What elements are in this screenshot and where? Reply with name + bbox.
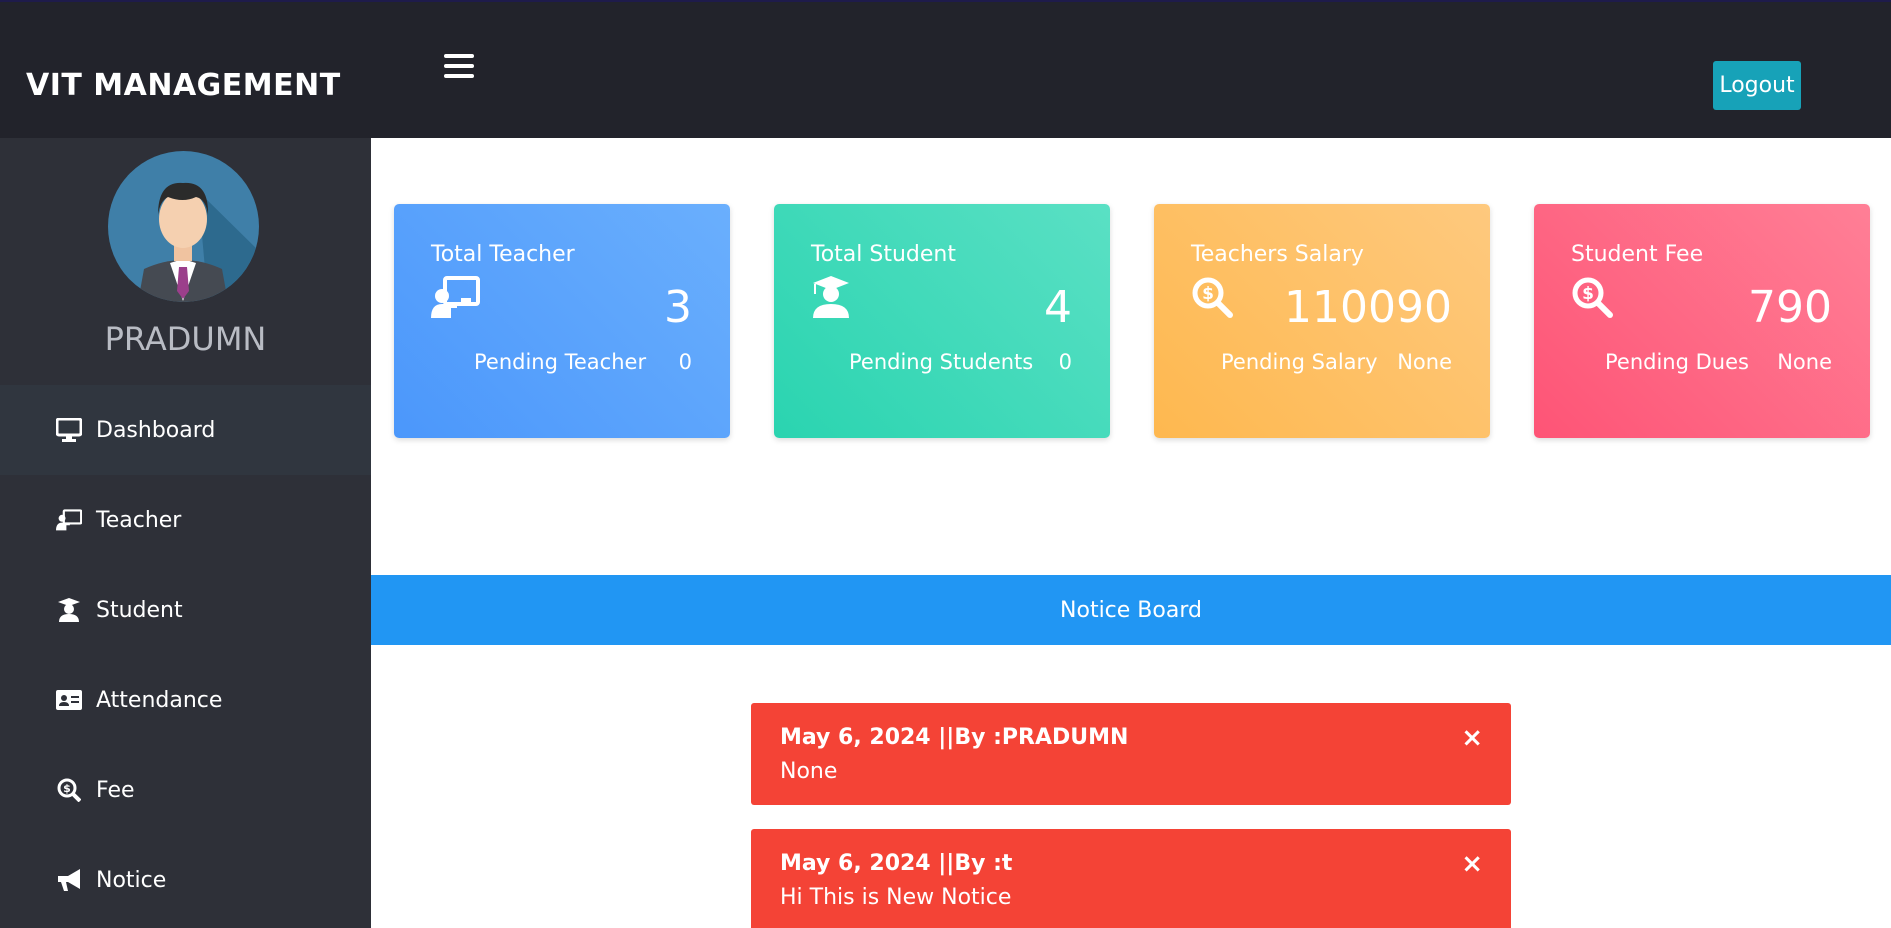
user-graduate-icon	[56, 597, 82, 623]
card-title: Student Fee	[1571, 242, 1704, 267]
sidebar: PRADUMN Dashboard Teacher Student Attend…	[0, 138, 371, 928]
sidebar-item-dashboard[interactable]: Dashboard	[0, 385, 371, 475]
sidebar-item-fee[interactable]: $ Fee	[0, 745, 371, 835]
card-pending-label: Pending Students	[849, 350, 1034, 374]
search-dollar-icon: $	[1191, 276, 1241, 320]
chalkboard-teacher-icon	[431, 276, 481, 320]
teachers-salary-card[interactable]: Teachers Salary $ 110090 Pending Salary …	[1154, 204, 1490, 438]
close-icon[interactable]: ×	[1461, 723, 1483, 753]
chalkboard-teacher-icon	[56, 507, 82, 533]
notice-meta: May 6, 2024 ||By :t	[780, 851, 1013, 876]
user-graduate-icon	[811, 276, 861, 320]
card-pending-value: 0	[1058, 350, 1072, 374]
id-card-icon	[56, 687, 82, 713]
card-pending-value: None	[1397, 350, 1452, 374]
card-title: Total Teacher	[431, 242, 575, 267]
notice-board-title: Notice Board	[1060, 597, 1202, 623]
notice-board-header: Notice Board	[371, 575, 1891, 645]
search-dollar-icon: $	[56, 777, 82, 803]
sidebar-item-student[interactable]: Student	[0, 565, 371, 655]
monitor-icon	[56, 417, 82, 443]
student-fee-card[interactable]: Student Fee $ 790 Pending Dues None	[1534, 204, 1870, 438]
sidebar-item-notice[interactable]: Notice	[0, 835, 371, 925]
card-pending-label: Pending Dues	[1605, 350, 1749, 374]
user-name: PRADUMN	[104, 320, 267, 358]
svg-text:$: $	[63, 782, 71, 795]
sidebar-item-label: Student	[96, 597, 183, 623]
notice-text: Hi This is New Notice	[780, 885, 1012, 910]
card-value: 110090	[1284, 282, 1452, 333]
total-teacher-card[interactable]: Total Teacher 3 Pending Teacher 0	[394, 204, 730, 438]
notice-alert: May 6, 2024 ||By :PRADUMN None ×	[751, 703, 1511, 805]
user-avatar-icon	[138, 182, 259, 302]
notice-alert: May 6, 2024 ||By :t Hi This is New Notic…	[751, 829, 1511, 928]
sidebar-item-label: Attendance	[96, 687, 223, 713]
sidebar-item-label: Notice	[96, 867, 167, 893]
hamburger-menu-icon[interactable]	[444, 54, 474, 82]
logout-button[interactable]: Logout	[1713, 61, 1801, 110]
card-pending-value: None	[1777, 350, 1832, 374]
svg-text:$: $	[1202, 284, 1214, 304]
user-avatar	[108, 151, 259, 302]
sidebar-item-attendance[interactable]: Attendance	[0, 655, 371, 745]
top-navbar: VIT MANAGEMENT Logout	[0, 0, 1891, 138]
card-title: Teachers Salary	[1191, 242, 1364, 267]
sidebar-item-label: Dashboard	[96, 417, 216, 443]
sidebar-item-label: Fee	[96, 777, 135, 803]
card-value: 790	[1748, 282, 1832, 333]
card-pending-value: 0	[678, 350, 692, 374]
sidebar-item-label: Teacher	[96, 507, 182, 533]
notice-text: None	[780, 759, 838, 784]
brand-title[interactable]: VIT MANAGEMENT	[26, 68, 341, 103]
close-icon[interactable]: ×	[1461, 849, 1483, 879]
search-dollar-icon: $	[1571, 276, 1621, 320]
notice-meta: May 6, 2024 ||By :PRADUMN	[780, 725, 1129, 750]
card-pending-label: Pending Salary	[1221, 350, 1378, 374]
card-title: Total Student	[811, 242, 956, 267]
bullhorn-icon	[56, 867, 82, 893]
svg-text:$: $	[1582, 284, 1594, 304]
card-pending-label: Pending Teacher	[474, 350, 647, 374]
card-value: 3	[664, 282, 692, 333]
card-value: 4	[1044, 282, 1072, 333]
sidebar-item-teacher[interactable]: Teacher	[0, 475, 371, 565]
total-student-card[interactable]: Total Student 4 Pending Students 0	[774, 204, 1110, 438]
